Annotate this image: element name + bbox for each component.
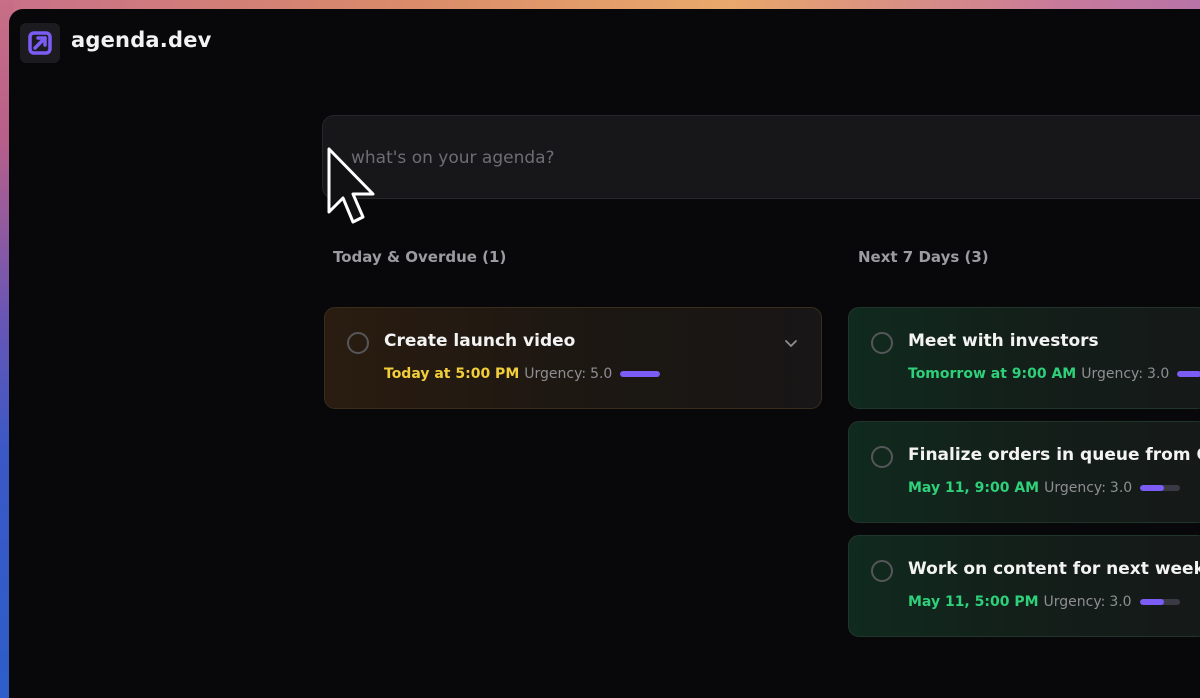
urgency-bar-fill <box>1140 485 1165 491</box>
task-title: Meet with investors <box>908 331 1099 351</box>
circle-checkbox-icon[interactable] <box>871 560 893 582</box>
task-meta: Tomorrow at 9:00 AM Urgency: 3.0 <box>908 366 1200 382</box>
task-card[interactable]: Create launch video Today at 5:00 PM Urg… <box>324 307 822 409</box>
urgency-bar-fill <box>1139 599 1164 605</box>
task-card[interactable]: Work on content for next week May 11, 5:… <box>848 535 1200 637</box>
agenda-logo-icon <box>28 31 52 55</box>
urgency-label: Urgency: <box>1043 594 1106 610</box>
task-meta: May 11, 5:00 PM Urgency: 3.0 <box>908 594 1180 610</box>
urgency-label: Urgency: <box>1044 480 1106 496</box>
task-title: Work on content for next week <box>908 559 1200 579</box>
urgency-value: 5.0 <box>590 366 613 382</box>
urgency-value: 3.0 <box>1109 594 1132 610</box>
section-title-today: Today & Overdue (1) <box>333 248 507 266</box>
task-title: Finalize orders in queue from Github <box>908 445 1200 465</box>
urgency-bar <box>1177 371 1200 377</box>
task-meta: Today at 5:00 PM Urgency: 5.0 <box>384 366 661 382</box>
task-card[interactable]: Finalize orders in queue from Github May… <box>848 421 1200 523</box>
urgency-value: 3.0 <box>1147 366 1170 382</box>
circle-checkbox-icon[interactable] <box>347 332 369 354</box>
app-window: agenda.dev Today & Overdue (1) Create la… <box>9 9 1200 698</box>
circle-checkbox-icon[interactable] <box>871 332 893 354</box>
urgency-bar-fill <box>620 371 661 377</box>
urgency-label: Urgency: <box>524 366 587 382</box>
task-card[interactable]: Meet with investors Tomorrow at 9:00 AM … <box>848 307 1200 409</box>
due-date: Tomorrow at 9:00 AM <box>908 366 1077 382</box>
urgency-bar <box>1139 599 1180 605</box>
search-bar <box>322 115 1200 199</box>
task-meta: May 11, 9:00 AM Urgency: 3.0 <box>908 480 1181 496</box>
urgency-label: Urgency: <box>1081 366 1144 382</box>
due-date: May 11, 5:00 PM <box>908 594 1039 610</box>
app-title: agenda.dev <box>71 28 212 52</box>
section-title-next7: Next 7 Days (3) <box>858 248 989 266</box>
circle-checkbox-icon[interactable] <box>871 446 893 468</box>
chevron-down-icon[interactable] <box>783 335 799 351</box>
logo[interactable] <box>20 23 60 63</box>
urgency-bar-fill <box>1177 371 1200 377</box>
urgency-bar <box>620 371 661 377</box>
task-title: Create launch video <box>384 331 576 351</box>
urgency-value: 3.0 <box>1109 480 1133 496</box>
urgency-bar <box>1140 485 1181 491</box>
due-date: Today at 5:00 PM <box>384 366 520 382</box>
due-date: May 11, 9:00 AM <box>908 480 1040 496</box>
agenda-input[interactable] <box>349 143 1053 173</box>
